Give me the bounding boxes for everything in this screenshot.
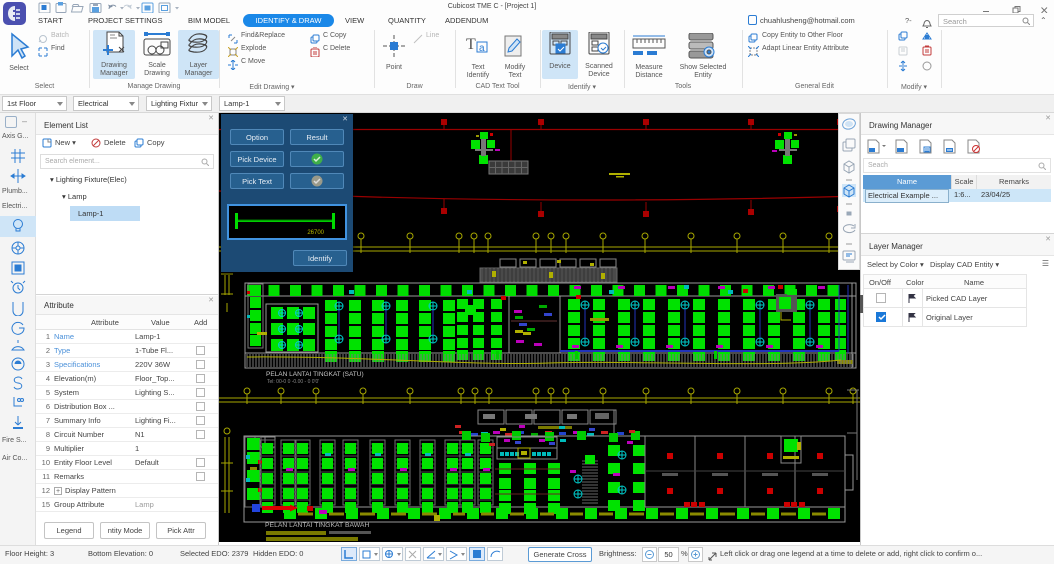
svg-text:26700: 26700 [307, 230, 324, 236]
svg-text:Tel: 00-0 0 -0.00 - 0 0'0': Tel: 00-0 0 -0.00 - 0 0'0' [267, 379, 319, 385]
svg-text:PELAN LANTAI TINGKAT (SATU): PELAN LANTAI TINGKAT (SATU) [266, 371, 364, 378]
svg-text:a: a [479, 43, 485, 54]
svg-text:PELAN LANTAI TINGKAT BAWAH: PELAN LANTAI TINGKAT BAWAH [265, 522, 369, 529]
svg-text:T: T [466, 36, 476, 53]
